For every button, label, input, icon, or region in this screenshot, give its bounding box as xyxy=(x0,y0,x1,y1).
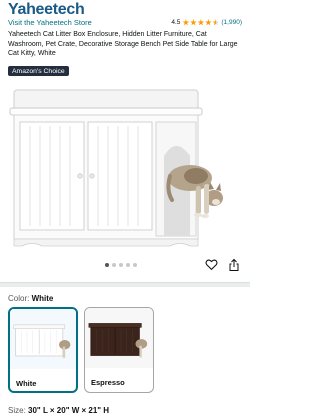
size-value: 30" L × 20" W × 21" H xyxy=(28,406,110,415)
swatch-white[interactable]: White xyxy=(8,307,78,393)
star-icon xyxy=(182,19,190,26)
rating-count[interactable]: (1,990) xyxy=(221,19,242,26)
brand-name[interactable]: Yaheetech xyxy=(8,1,85,19)
amazons-choice-badge: Amazon's Choice xyxy=(8,66,69,76)
product-image[interactable] xyxy=(0,78,250,258)
carousel-dot[interactable] xyxy=(119,263,123,267)
star-icon xyxy=(205,19,212,26)
swatch-espresso-label: Espresso xyxy=(91,378,125,387)
rating-summary[interactable]: 4.5 (1,990) xyxy=(171,19,242,26)
share-icon[interactable] xyxy=(228,258,240,272)
color-row: Color: White xyxy=(8,294,53,303)
size-row: Size: 30" L × 20" W × 21" H xyxy=(8,406,109,415)
half-star-icon xyxy=(212,19,220,26)
carousel-dot[interactable] xyxy=(126,263,130,267)
star-icon xyxy=(190,19,197,26)
color-label: Color: xyxy=(8,294,30,303)
star-icon xyxy=(197,19,205,26)
size-label: Size: xyxy=(8,406,26,415)
rating-value: 4.5 xyxy=(171,19,181,26)
carousel-dot[interactable] xyxy=(133,263,137,267)
product-title: Yaheetech Cat Litter Box Enclosure, Hidd… xyxy=(8,31,238,58)
swatch-espresso[interactable]: Espresso xyxy=(84,307,154,393)
section-divider xyxy=(0,282,250,287)
swatch-white-label: White xyxy=(16,379,37,388)
heart-icon[interactable] xyxy=(205,258,218,271)
selected-color-value: White xyxy=(31,294,54,303)
image-carousel-dots[interactable] xyxy=(105,263,137,267)
carousel-dot[interactable] xyxy=(105,263,109,267)
store-link[interactable]: Visit the Yaheetech Store xyxy=(8,18,92,27)
espresso-variant-image xyxy=(85,308,153,368)
white-variant-image xyxy=(10,309,76,369)
carousel-dot[interactable] xyxy=(112,263,116,267)
rating-stars xyxy=(182,19,220,26)
